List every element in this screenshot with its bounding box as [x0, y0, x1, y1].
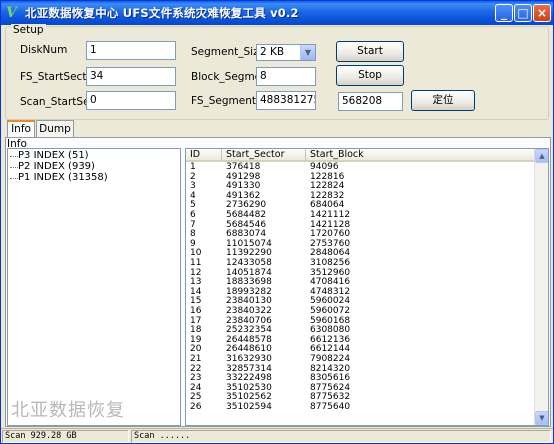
- maximize-icon: □: [517, 6, 529, 20]
- disknum-label: DiskNum: [20, 44, 68, 56]
- close-button[interactable]: ×: [533, 4, 551, 22]
- scroll-down-icon[interactable]: ▼: [535, 411, 548, 425]
- locate-input[interactable]: 568208: [338, 92, 403, 111]
- segment-size-value: 2 KB: [260, 46, 285, 58]
- table-row[interactable]: 26 35102594 8775640: [186, 402, 536, 413]
- tree-item-p1[interactable]: P1 INDEX (31358): [18, 172, 108, 183]
- segment-list[interactable]: ID Start_Sector Start_Block 1 376418 94096…: [185, 148, 549, 426]
- tab-dump[interactable]: Dump: [36, 120, 74, 137]
- window-title: 北亚数据恢复中心 UFS文件系统灾难恢复工具 v0.2: [25, 6, 299, 20]
- cell-id: 26: [190, 402, 202, 412]
- close-icon: ×: [536, 6, 548, 20]
- tree-connector: [10, 167, 18, 168]
- minimize-icon: _: [501, 6, 507, 20]
- fs-segments-input[interactable]: 488381275: [256, 91, 316, 110]
- block-segments-input[interactable]: 8: [256, 67, 316, 86]
- cell-start-sector: 35102594: [226, 402, 272, 412]
- watermark: 北亚数据恢复: [11, 400, 125, 421]
- setup-group-label: Setup: [11, 24, 46, 36]
- tree-item-p3[interactable]: P3 INDEX (51): [18, 150, 89, 161]
- column-header-start-sector[interactable]: Start_Sector: [222, 149, 306, 162]
- tree-connector: [10, 156, 18, 157]
- column-header-start-block[interactable]: Start_Block: [306, 149, 536, 162]
- disknum-input[interactable]: 1: [86, 41, 176, 60]
- segment-size-select[interactable]: 2 KB ▼: [256, 44, 316, 61]
- scroll-up-icon[interactable]: ▲: [535, 149, 548, 163]
- title-bar[interactable]: V 北亚数据恢复中心 UFS文件系统灾难恢复工具 v0.2 _ □ ×: [1, 1, 553, 25]
- vertical-scrollbar[interactable]: ▲ ▼: [534, 149, 548, 425]
- status-bar: Scan 929.28 GB Scan ......: [1, 428, 553, 443]
- scan-startsector-input[interactable]: 0: [86, 91, 176, 110]
- cell-start-block: 8775640: [310, 402, 351, 412]
- column-header-id[interactable]: ID: [186, 149, 222, 162]
- app-icon: V: [6, 5, 17, 21]
- index-tree[interactable]: P3 INDEX (51) P2 INDEX (939) P1 INDEX (3…: [7, 148, 181, 426]
- tab-info[interactable]: Info: [7, 120, 35, 138]
- locate-button[interactable]: 定位: [411, 90, 475, 111]
- main-window: V 北亚数据恢复中心 UFS文件系统灾难恢复工具 v0.2 _ □ × Setu…: [0, 0, 554, 444]
- start-button[interactable]: Start: [336, 41, 404, 62]
- status-scan-progress: Scan ......: [131, 430, 551, 443]
- minimize-button[interactable]: _: [495, 4, 513, 22]
- maximize-button[interactable]: □: [514, 4, 532, 22]
- status-scan-size: Scan 929.28 GB: [2, 430, 129, 443]
- fs-segments-label: FS_Segments: [191, 95, 262, 107]
- tree-item-p2[interactable]: P2 INDEX (939): [18, 161, 95, 172]
- segment-size-label: Segment_Size: [191, 46, 266, 58]
- list-header: ID Start_Sector Start_Block: [186, 149, 548, 162]
- fs-startsector-input[interactable]: 34: [86, 67, 176, 86]
- stop-button[interactable]: Stop: [336, 65, 404, 86]
- tree-connector: [10, 178, 18, 179]
- chevron-down-icon[interactable]: ▼: [300, 45, 315, 60]
